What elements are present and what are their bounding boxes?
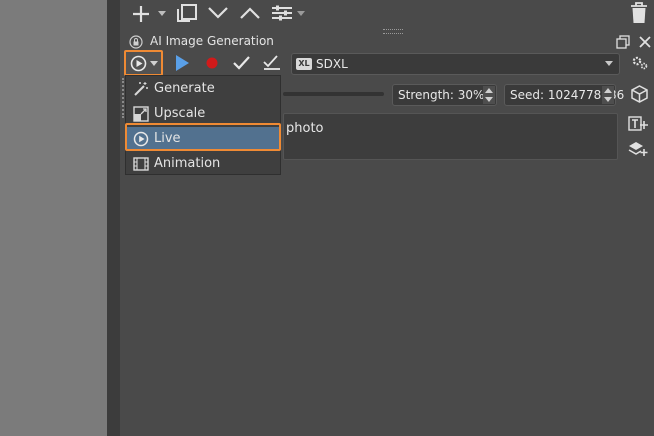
queue-play-icon[interactable] bbox=[175, 55, 189, 71]
play-circle-icon bbox=[130, 55, 147, 72]
add-dropdown-icon[interactable] bbox=[158, 11, 166, 17]
panel-title: AI Image Generation bbox=[150, 34, 274, 48]
checkmark-icon[interactable] bbox=[233, 56, 250, 70]
lock-icon[interactable] bbox=[129, 35, 143, 49]
canvas-area bbox=[0, 0, 107, 436]
selection-highlight bbox=[125, 123, 281, 151]
menu-item-animation[interactable]: Animation bbox=[126, 152, 280, 176]
strength-stepper[interactable] bbox=[483, 86, 495, 104]
menu-item-label: Generate bbox=[154, 81, 215, 96]
settings-dropdown-icon[interactable] bbox=[297, 11, 305, 17]
film-icon bbox=[133, 156, 149, 175]
menu-item-generate[interactable]: Generate bbox=[126, 77, 280, 101]
strength-spinbox[interactable]: Strength: 30% bbox=[392, 84, 497, 106]
settings-sliders-icon[interactable] bbox=[271, 4, 293, 22]
layers-add-icon[interactable] bbox=[628, 141, 648, 157]
chevron-down-icon bbox=[605, 61, 613, 66]
close-icon[interactable] bbox=[638, 35, 652, 49]
add-icon[interactable] bbox=[131, 4, 151, 24]
gear-icon[interactable] bbox=[631, 55, 649, 71]
seed-stepper[interactable] bbox=[602, 86, 614, 104]
record-icon[interactable] bbox=[206, 57, 218, 69]
panel-border bbox=[107, 0, 120, 436]
chevron-up-icon[interactable] bbox=[239, 5, 261, 21]
menu-item-label: Upscale bbox=[154, 106, 206, 121]
strength-slider[interactable] bbox=[283, 92, 384, 96]
strength-value: Strength: 30% bbox=[398, 88, 485, 102]
cube-icon[interactable] bbox=[631, 85, 648, 103]
chevron-down-icon[interactable] bbox=[207, 5, 229, 21]
trash-icon[interactable] bbox=[629, 2, 649, 24]
model-select-value: SDXL bbox=[316, 57, 348, 71]
magic-wand-icon bbox=[133, 81, 149, 100]
text-add-icon[interactable] bbox=[628, 116, 648, 132]
model-select[interactable]: XL SDXL bbox=[291, 53, 620, 75]
seed-spinbox[interactable]: Seed: 1024778086 bbox=[504, 84, 624, 106]
menu-item-label: Animation bbox=[154, 156, 221, 171]
prompt-input[interactable]: photo bbox=[283, 113, 618, 160]
drag-handle[interactable] bbox=[383, 29, 403, 34]
apply-layer-icon[interactable] bbox=[263, 55, 281, 71]
duplicate-icon[interactable] bbox=[176, 3, 198, 23]
float-icon[interactable] bbox=[616, 35, 630, 49]
chevron-down-icon bbox=[150, 61, 158, 67]
mode-dropdown-button[interactable] bbox=[124, 50, 163, 76]
prompt-text: photo bbox=[286, 121, 324, 136]
model-badge: XL bbox=[296, 58, 312, 70]
